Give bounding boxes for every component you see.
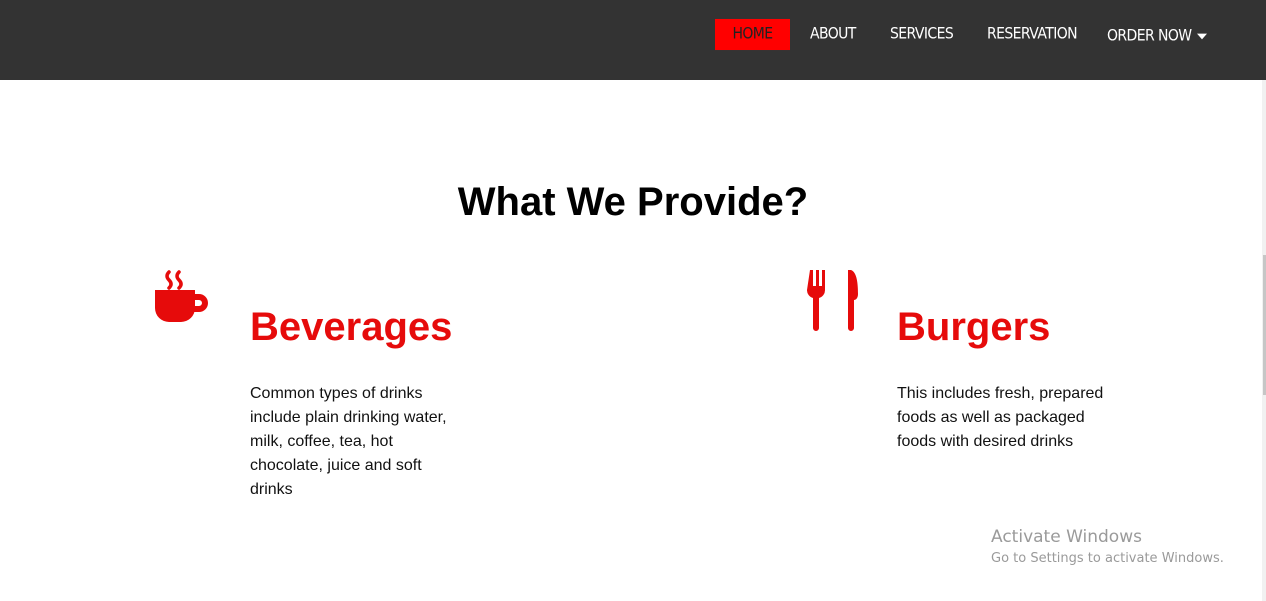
nav-order-now[interactable]: ORDER NOW — [1107, 21, 1207, 52]
activate-windows-watermark: Activate Windows Go to Settings to activ… — [991, 527, 1224, 569]
nav-about[interactable]: ABOUT — [810, 19, 856, 50]
section-title: What We Provide? — [457, 180, 809, 224]
fork-knife-icon — [807, 270, 858, 331]
service-description-burgers: This includes fresh, prepared foods as w… — [897, 385, 1104, 450]
nav-order-now-label: ORDER NOW — [1107, 26, 1192, 46]
caret-down-icon — [1196, 33, 1207, 39]
service-title-beverages: Beverages — [250, 305, 453, 349]
service-description-beverages: Common types of drinks include plain dri… — [250, 385, 447, 498]
nav-reservation[interactable]: RESERVATION — [987, 19, 1078, 50]
nav-home[interactable]: HOME — [715, 18, 790, 51]
watermark-subtitle: Go to Settings to activate Windows. — [991, 551, 1224, 566]
nav-services[interactable]: SERVICES — [890, 19, 954, 50]
service-title-burgers: Burgers — [897, 305, 1051, 349]
coffee-cup-icon — [155, 270, 208, 322]
top-navbar: HOME ABOUT SERVICES RESERVATION ORDER NO… — [0, 0, 1266, 80]
watermark-title: Activate Windows — [991, 527, 1142, 547]
